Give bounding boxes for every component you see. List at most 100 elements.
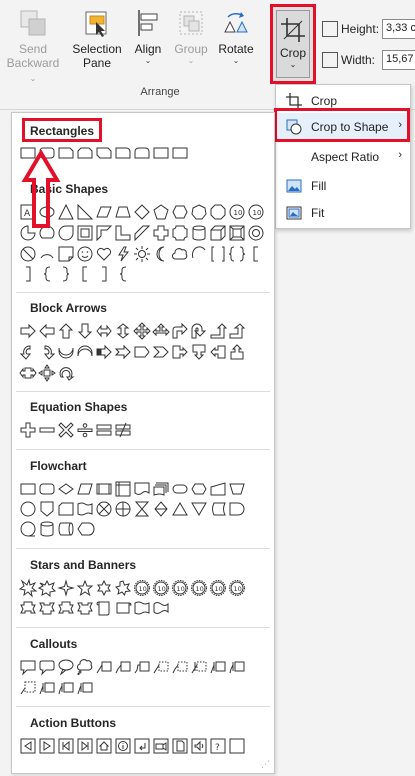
f-multi-shape-icon[interactable] <box>151 479 170 498</box>
lup-shape-icon[interactable] <box>208 321 227 340</box>
f-doc-shape-icon[interactable] <box>132 479 151 498</box>
wave-shape-icon[interactable] <box>132 598 151 617</box>
plaque-shape-icon[interactable] <box>170 223 189 242</box>
callout-4-shape-icon[interactable] <box>37 363 56 382</box>
star-n-shape-icon[interactable]: 10 <box>151 578 170 597</box>
rect-shape-icon[interactable] <box>170 143 189 162</box>
pentarr-shape-icon[interactable] <box>132 342 151 361</box>
lbrace-shape-icon[interactable] <box>113 264 132 283</box>
eq-neq-shape-icon[interactable] <box>113 420 132 439</box>
star-5-shape-icon[interactable] <box>75 578 94 597</box>
ar-l-shape-icon[interactable] <box>37 321 56 340</box>
f-card-shape-icon[interactable] <box>56 499 75 518</box>
dia-shape-icon[interactable] <box>132 202 151 221</box>
a-blank-shape-icon[interactable] <box>227 736 246 755</box>
ribbon-d-shape-icon[interactable] <box>37 598 56 617</box>
bent-shape-icon[interactable] <box>170 321 189 340</box>
heart-shape-icon[interactable] <box>94 244 113 263</box>
c-bord-shape-icon[interactable] <box>75 678 94 697</box>
selection-pane-button[interactable]: Selection Pane <box>66 8 128 86</box>
c-line-3-shape-icon[interactable] <box>132 657 151 676</box>
ribbon-u-shape-icon[interactable] <box>18 598 37 617</box>
cloud-shape-icon[interactable] <box>170 244 189 263</box>
star-n-shape-icon[interactable]: 10 <box>227 578 246 597</box>
striped-shape-icon[interactable] <box>94 342 113 361</box>
f-prep-shape-icon[interactable] <box>189 479 208 498</box>
ar-3-shape-icon[interactable] <box>151 321 170 340</box>
curve-r-shape-icon[interactable] <box>18 342 37 361</box>
nosym-shape-icon[interactable] <box>18 244 37 263</box>
scroll-v-shape-icon[interactable] <box>94 598 113 617</box>
scroll-h-shape-icon[interactable] <box>113 598 132 617</box>
f-extract-shape-icon[interactable] <box>170 499 189 518</box>
f-dir-acc-shape-icon[interactable] <box>56 519 75 538</box>
c-line-2-shape-icon[interactable] <box>113 657 132 676</box>
rbracket-shape-icon[interactable] <box>94 264 113 283</box>
star-n-shape-icon[interactable]: 10 <box>189 578 208 597</box>
ribbon-d-shape-icon[interactable] <box>75 598 94 617</box>
rtri-shape-icon[interactable] <box>75 202 94 221</box>
arcb-shape-icon[interactable] <box>189 244 208 263</box>
a-return-shape-icon[interactable] <box>132 736 151 755</box>
width-input[interactable]: 15,67 <box>382 50 415 70</box>
c-dash-3-shape-icon[interactable] <box>189 657 208 676</box>
a-sound-shape-icon[interactable] <box>189 736 208 755</box>
f-sum-j-shape-icon[interactable] <box>94 499 113 518</box>
align-button[interactable]: Align ⌄ <box>128 8 168 86</box>
f-alt-shape-icon[interactable] <box>37 479 56 498</box>
eq-plus-shape-icon[interactable] <box>18 420 37 439</box>
f-int-store-shape-icon[interactable] <box>113 479 132 498</box>
f-conn-shape-icon[interactable] <box>18 499 37 518</box>
c-acc-2-shape-icon[interactable] <box>56 678 75 697</box>
star-n-shape-icon[interactable]: 10 <box>132 578 151 597</box>
f-mag-disk-shape-icon[interactable] <box>37 519 56 538</box>
star-6-shape-icon[interactable] <box>94 578 113 597</box>
f-off-conn-shape-icon[interactable] <box>37 499 56 518</box>
f-stored-shape-icon[interactable] <box>208 499 227 518</box>
lbrace-shape-icon[interactable] <box>37 264 56 283</box>
round-1-shape-icon[interactable] <box>113 143 132 162</box>
f-merge-shape-icon[interactable] <box>189 499 208 518</box>
c-acc-2-shape-icon[interactable] <box>227 657 246 676</box>
callout-lr-shape-icon[interactable] <box>18 363 37 382</box>
a-home-shape-icon[interactable] <box>94 736 113 755</box>
bentup-shape-icon[interactable] <box>227 321 246 340</box>
eq-mult-shape-icon[interactable] <box>56 420 75 439</box>
c-acc-1-shape-icon[interactable] <box>208 657 227 676</box>
ar-ud-shape-icon[interactable] <box>113 321 132 340</box>
circnum-shape-icon[interactable]: 10 <box>246 202 265 221</box>
can-shape-icon[interactable] <box>189 223 208 242</box>
foldcorner-shape-icon[interactable] <box>56 244 75 263</box>
ar-4-shape-icon[interactable] <box>132 321 151 340</box>
notched-shape-icon[interactable] <box>113 342 132 361</box>
a-back-shape-icon[interactable] <box>18 736 37 755</box>
f-man-in-shape-icon[interactable] <box>208 479 227 498</box>
burst-1-shape-icon[interactable] <box>18 577 37 598</box>
rect-shape-icon[interactable] <box>151 143 170 162</box>
f-data-shape-icon[interactable] <box>75 479 94 498</box>
donut-shape-icon[interactable] <box>246 223 265 242</box>
plus-shape-icon[interactable] <box>151 223 170 242</box>
diagstripe-shape-icon[interactable] <box>132 223 151 242</box>
hept-shape-icon[interactable] <box>189 202 208 221</box>
lshape-shape-icon[interactable] <box>113 223 132 242</box>
f-seq-acc-shape-icon[interactable] <box>18 519 37 538</box>
lbracket-shape-icon[interactable] <box>246 244 265 263</box>
halfframe-shape-icon[interactable] <box>94 223 113 242</box>
curve-u-shape-icon[interactable] <box>56 342 75 361</box>
rbracket-shape-icon[interactable] <box>18 264 37 283</box>
group-button[interactable]: Group ⌄ <box>170 8 212 86</box>
f-sort-shape-icon[interactable] <box>151 499 170 518</box>
dwave-shape-icon[interactable] <box>151 598 170 617</box>
menu-item-aspect-ratio[interactable]: Aspect Ratio › <box>276 143 410 171</box>
bolt-shape-icon[interactable] <box>113 244 132 263</box>
ar-u-shape-icon[interactable] <box>56 321 75 340</box>
c-dashed-shape-icon[interactable] <box>18 678 37 697</box>
f-display-shape-icon[interactable] <box>75 519 94 538</box>
c-cloud-shape-icon[interactable] <box>75 657 94 676</box>
circ-arr-shape-icon[interactable] <box>56 363 75 382</box>
crop-button[interactable]: Crop ⌄ <box>270 4 316 84</box>
c-dash-2-shape-icon[interactable] <box>170 657 189 676</box>
f-or-shape-icon[interactable] <box>113 499 132 518</box>
f-term-shape-icon[interactable] <box>170 479 189 498</box>
